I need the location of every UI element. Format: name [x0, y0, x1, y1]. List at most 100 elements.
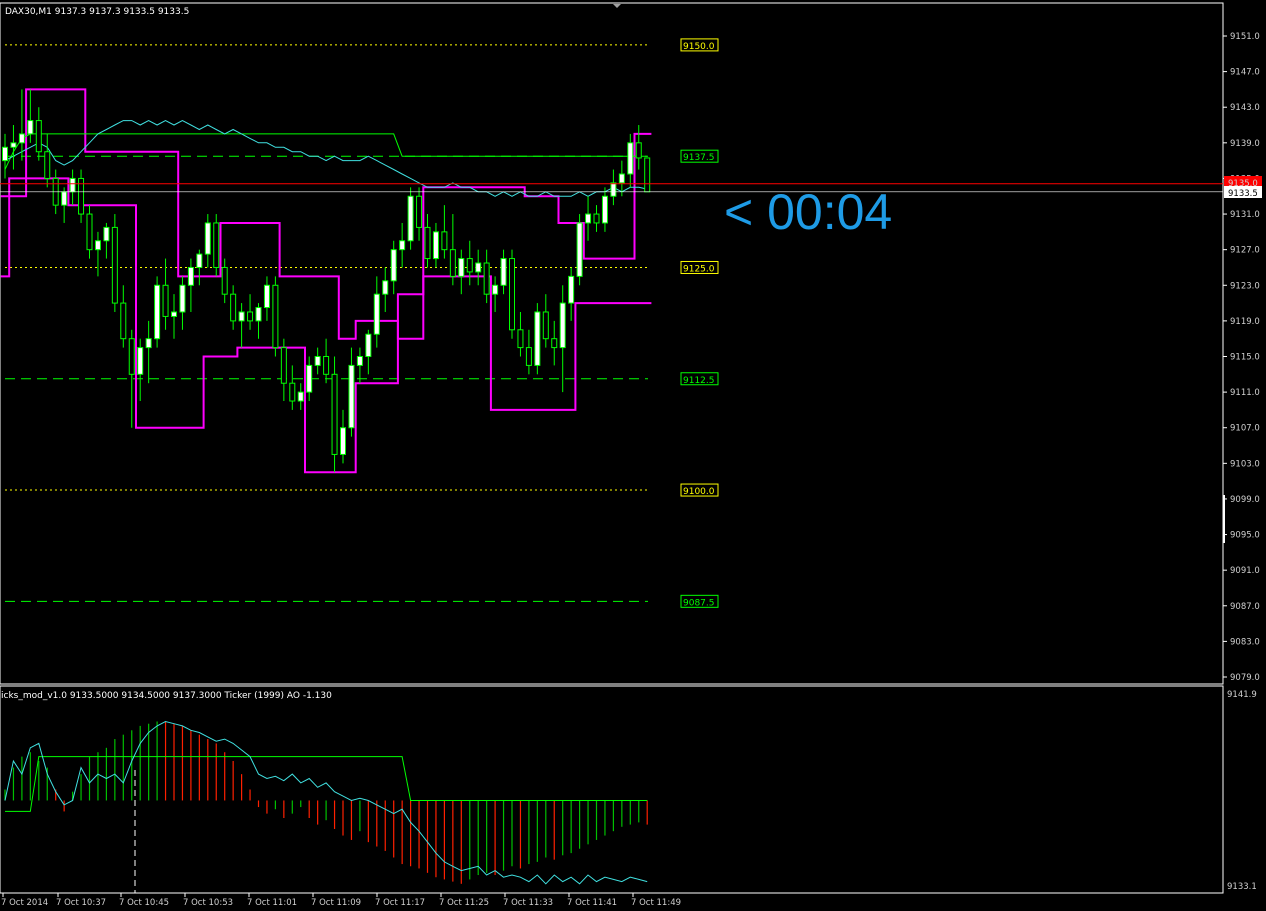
bull-candle — [340, 427, 346, 455]
current-price-label: 9133.5 — [1228, 189, 1258, 199]
bull-candle — [204, 222, 211, 255]
bear-candle — [551, 338, 558, 349]
time-tick-label: 7 Oct 11:33 — [503, 898, 553, 908]
bear-candle — [593, 213, 600, 224]
price-tick-label: 9079.0 — [1230, 673, 1260, 683]
bull-candle — [390, 249, 397, 282]
bear-candle — [635, 142, 642, 159]
bear-candle — [509, 258, 515, 331]
bull-candle — [297, 391, 304, 402]
bull-candle — [263, 284, 270, 309]
bull-candle — [373, 293, 380, 335]
bull-candle — [585, 213, 592, 224]
bear-candle — [221, 266, 228, 295]
bear-candle — [162, 284, 169, 317]
bear-candle — [35, 120, 42, 153]
bear-candle — [424, 226, 431, 260]
symbol-info: DAX30,M1 9137.3 9137.3 9133.5 9133.5 — [5, 7, 189, 17]
price-tick-label: 9103.0 — [1230, 459, 1260, 469]
bull-candle — [559, 302, 566, 349]
price-tick-label: 9095.0 — [1230, 531, 1260, 541]
bear-candle — [525, 347, 532, 366]
bear-candle — [517, 329, 524, 349]
indicator-scale-bottom: 9133.1 — [1227, 882, 1257, 892]
bear-candle — [449, 249, 456, 277]
candle-timer: < 00:04 — [724, 184, 892, 240]
bull-candle — [238, 311, 245, 322]
bull-candle — [314, 356, 321, 366]
bear-candle — [280, 347, 287, 384]
price-tick-label: 9131.0 — [1230, 210, 1260, 220]
time-tick-label: 7 Oct 10:37 — [56, 898, 106, 908]
price-tick-label: 9151.0 — [1230, 32, 1260, 42]
bull-candle — [154, 284, 161, 340]
bear-candle — [483, 262, 490, 295]
bull-candle — [171, 311, 177, 317]
time-tick-label: 7 Oct 2014 — [1, 898, 48, 908]
level-label: 9125.0 — [683, 264, 715, 274]
bear-candle — [44, 151, 51, 179]
bear-candle — [644, 157, 651, 193]
time-tick-label: 7 Oct 11:17 — [375, 898, 425, 908]
bull-candle — [179, 284, 186, 313]
bull-candle — [187, 266, 194, 286]
time-tick-label: 7 Oct 11:01 — [247, 898, 297, 908]
bull-candle — [18, 133, 25, 144]
bull-candle — [568, 275, 575, 304]
bull-candle — [618, 173, 625, 184]
price-tick-label: 9119.0 — [1230, 317, 1260, 327]
price-tick-label: 9083.0 — [1230, 637, 1260, 647]
bull-candle — [196, 253, 203, 268]
bear-candle — [128, 338, 135, 375]
bear-candle — [466, 258, 473, 273]
time-tick-label: 7 Oct 10:53 — [183, 898, 233, 908]
bull-candle — [145, 338, 152, 349]
level-label: 9087.5 — [683, 598, 715, 608]
price-tick-label: 9147.0 — [1230, 68, 1260, 78]
price-tick-label: 9107.0 — [1230, 424, 1260, 434]
chart-background — [0, 0, 1266, 911]
bear-candle — [213, 222, 220, 268]
bull-candle — [348, 364, 355, 429]
bull-candle — [27, 120, 34, 135]
bull-candle — [69, 177, 76, 193]
indicator-scale-top: 9141.9 — [1227, 690, 1257, 700]
price-axis-scroll-thumb[interactable] — [1223, 495, 1225, 543]
bull-candle — [407, 195, 414, 242]
price-tick-label: 9123.0 — [1230, 281, 1260, 291]
bull-candle — [432, 231, 439, 260]
bull-candle — [475, 262, 482, 273]
bull-candle — [492, 284, 499, 295]
bear-candle — [323, 356, 330, 375]
time-tick-label: 7 Oct 11:25 — [439, 898, 489, 908]
bear-candle — [272, 284, 279, 349]
price-tick-label: 9115.0 — [1230, 353, 1260, 363]
trading-chart[interactable]: 9150.0 9137.5 9125.0 9112.5 9100.0 9087.5 915… — [0, 0, 1266, 911]
level-label: 9100.0 — [683, 487, 715, 497]
bull-candle — [306, 364, 313, 393]
bull-candle — [601, 195, 608, 224]
price-tick-label: 9091.0 — [1230, 566, 1260, 576]
price-tick-label: 9143.0 — [1230, 103, 1260, 113]
bull-candle — [500, 258, 507, 286]
bull-candle — [137, 347, 144, 375]
price-tick-label: 9087.0 — [1230, 602, 1260, 612]
bull-candle — [255, 307, 262, 322]
bear-candle — [441, 231, 448, 251]
bull-candle — [356, 356, 363, 366]
bear-candle — [289, 382, 296, 402]
bull-candle — [576, 222, 583, 277]
indicator-info: icks_mod_v1.0 9133.5000 9134.5000 9137.3… — [1, 691, 332, 701]
time-tick-label: 7 Oct 11:49 — [631, 898, 681, 908]
level-label: 9137.5 — [683, 153, 715, 163]
bull-candle — [627, 142, 634, 175]
bear-candle — [111, 226, 118, 304]
price-tick-label: 9099.0 — [1230, 495, 1260, 505]
bull-candle — [61, 191, 68, 206]
bull-candle — [103, 226, 110, 242]
bear-candle — [331, 373, 338, 455]
bull-candle — [399, 240, 406, 251]
bear-candle — [86, 213, 93, 251]
price-tick-label: 9111.0 — [1230, 388, 1260, 398]
bull-candle — [10, 142, 17, 148]
